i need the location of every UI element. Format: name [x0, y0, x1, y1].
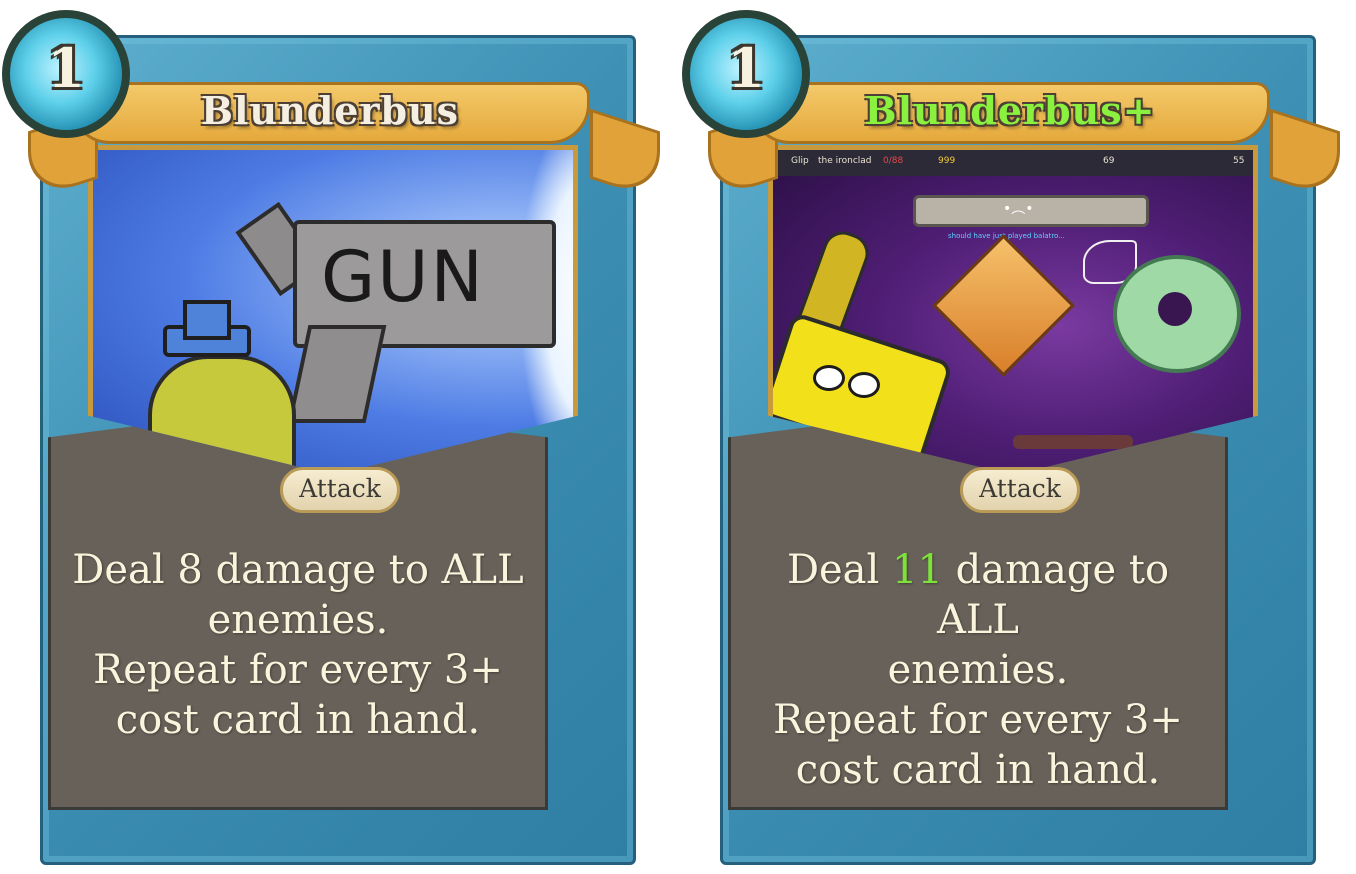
description-line-4: cost card in hand. [115, 697, 481, 743]
fallen-character [1013, 435, 1133, 449]
description-line-2: enemies. [887, 647, 1069, 693]
description-line-1: Deal 11 damage to ALL [786, 547, 1170, 643]
card-blunderbus[interactable]: GUN Blunderbus 1 Attack Deal 8 damage to… [0, 0, 660, 874]
card-art: Glip the ironclad 0/88 999 69 55 •︵• sho… [768, 145, 1258, 475]
card-blunderbus-upgraded[interactable]: Glip the ironclad 0/88 999 69 55 •︵• sho… [680, 0, 1340, 874]
card-title: Blunderbus [200, 88, 460, 133]
bus-eye-icon [813, 365, 845, 391]
hud-deck-count: 55 [1233, 156, 1245, 166]
card-description: Deal 11 damage to ALL enemies. Repeat fo… [740, 545, 1216, 795]
cowboy-hat-crown [183, 300, 231, 340]
card-description: Deal 8 damage to ALL enemies. Repeat for… [60, 545, 536, 745]
description-line-3: Repeat for every 3+ [773, 697, 1183, 743]
hud-player-name: Glip [791, 156, 809, 166]
card-title: Blunderbus+ [864, 88, 1156, 133]
description-line-2: enemies. [207, 597, 389, 643]
card-art: GUN [88, 145, 578, 475]
sad-face-icon: •︵• [1003, 201, 1034, 217]
hud-floor: 69 [1103, 156, 1115, 166]
hud-player-class: the ironclad [818, 156, 872, 166]
card-type: Attack [979, 474, 1061, 503]
card-cost: 1 [47, 36, 85, 100]
damage-value-upgraded: 11 [892, 547, 943, 593]
damage-value: 8 [177, 547, 203, 593]
crystal-monster [932, 234, 1075, 377]
card-cost: 1 [727, 36, 765, 100]
hud-hp: 0/88 [883, 156, 904, 166]
description-line-4: cost card in hand. [795, 747, 1161, 793]
bus-eye-icon [848, 372, 880, 398]
description-line-3: Repeat for every 3+ [93, 647, 503, 693]
hud-gold: 999 [938, 156, 956, 166]
description-line-1: Deal 8 damage to ALL [72, 547, 524, 593]
slime-donut-hole [1158, 292, 1192, 326]
card-type: Attack [299, 474, 381, 503]
gun-label: GUN [321, 236, 485, 318]
